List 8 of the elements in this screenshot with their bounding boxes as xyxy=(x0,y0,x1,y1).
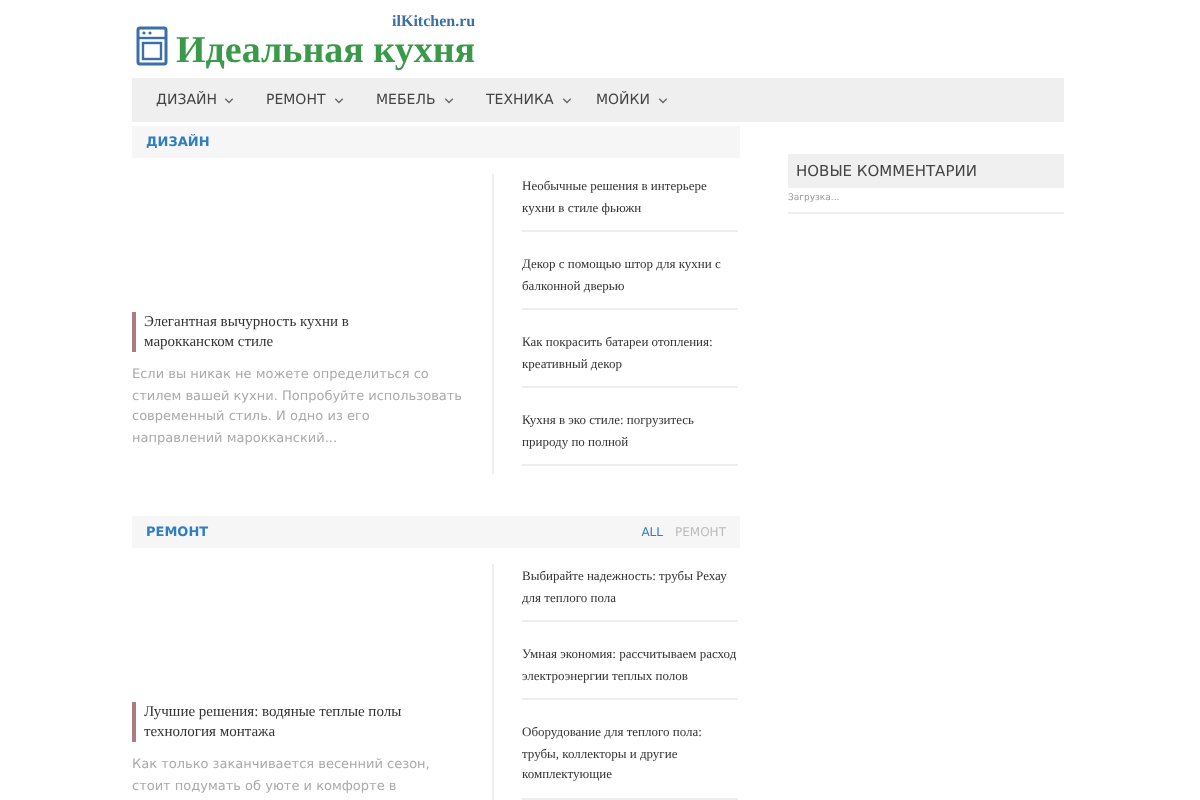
logo-title[interactable]: Идеальная кухня xyxy=(176,30,476,72)
chevron-down-icon xyxy=(561,97,572,103)
chevron-down-icon xyxy=(658,97,668,103)
chevron-down-icon xyxy=(333,97,344,103)
chevron-down-icon xyxy=(443,97,454,103)
oven-icon xyxy=(136,26,168,66)
logo-domain: ilKitchen.ru xyxy=(392,12,476,30)
chevron-down-icon xyxy=(224,97,235,103)
